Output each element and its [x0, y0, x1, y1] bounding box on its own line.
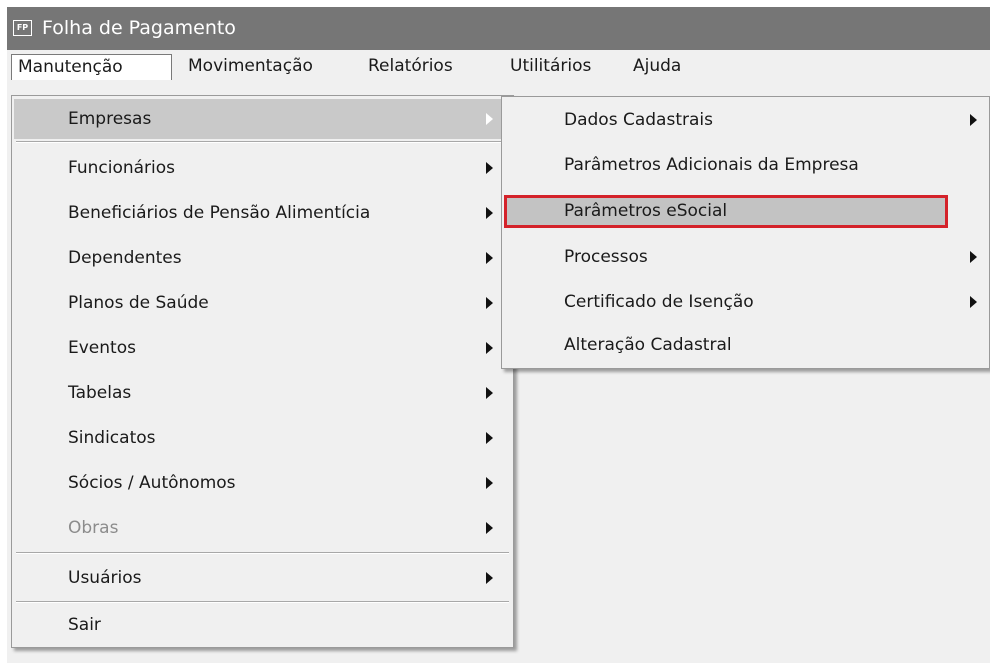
title-bar[interactable]: FP Folha de Pagamento — [7, 7, 990, 50]
menu-separator — [16, 552, 509, 554]
menu-item-sindicatos[interactable]: Sindicatos — [14, 418, 511, 458]
menu-item-eventos[interactable]: Eventos — [14, 328, 511, 368]
submenu-item-processos[interactable]: Processos — [504, 237, 988, 277]
menu-item-label: Dependentes — [68, 248, 182, 268]
menu-item-socios-autonomos[interactable]: Sócios / Autônomos — [14, 463, 511, 503]
menu-movimentacao[interactable]: Movimentação — [182, 54, 319, 80]
submenu-item-parametros-adicionais[interactable]: Parâmetros Adicionais da Empresa — [504, 145, 988, 185]
submenu-arrow-icon — [486, 432, 493, 444]
menu-item-planos-de-saude[interactable]: Planos de Saúde — [14, 283, 511, 323]
menu-item-label: Sócios / Autônomos — [68, 473, 236, 493]
menu-item-sair[interactable]: Sair — [14, 605, 511, 645]
menu-item-funcionarios[interactable]: Funcionários — [14, 148, 511, 188]
menu-item-label: Processos — [564, 247, 648, 267]
menu-manutencao[interactable]: Manutenção — [11, 54, 172, 80]
submenu-arrow-icon — [486, 252, 493, 264]
submenu-item-alteracao-cadastral[interactable]: Alteração Cadastral — [504, 325, 988, 365]
menu-item-tabelas[interactable]: Tabelas — [14, 373, 511, 413]
submenu-arrow-icon — [486, 297, 493, 309]
menu-separator — [16, 601, 509, 603]
menu-item-empresas[interactable]: Empresas — [14, 99, 511, 139]
submenu-item-parametros-esocial[interactable]: Parâmetros eSocial — [504, 195, 948, 228]
menu-relatorios[interactable]: Relatórios — [362, 54, 459, 80]
submenu-arrow-icon — [970, 296, 977, 308]
menu-utilitarios[interactable]: Utilitários — [504, 54, 597, 80]
menu-item-label: Parâmetros Adicionais da Empresa — [564, 155, 859, 175]
menu-item-label: Parâmetros eSocial — [564, 201, 728, 221]
menu-item-label: Obras — [68, 518, 119, 538]
menu-item-label: Dados Cadastrais — [564, 110, 713, 130]
menu-item-label: Planos de Saúde — [68, 293, 209, 313]
menu-item-label: Sindicatos — [68, 428, 156, 448]
menu-item-label: Eventos — [68, 338, 136, 358]
window-title: Folha de Pagamento — [42, 17, 236, 39]
menu-item-usuarios[interactable]: Usuários — [14, 558, 511, 598]
menu-ajuda[interactable]: Ajuda — [627, 54, 687, 80]
app-icon: FP — [13, 20, 32, 36]
submenu-item-certificado-isencao[interactable]: Certificado de Isenção — [504, 282, 988, 322]
menu-item-label: Alteração Cadastral — [564, 335, 732, 355]
submenu-arrow-icon — [486, 342, 493, 354]
menu-bar: Manutenção Movimentação Relatórios Utili… — [7, 50, 990, 84]
submenu-arrow-icon — [486, 477, 493, 489]
manutencao-menu: Empresas Funcionários Beneficiários de P… — [11, 95, 514, 648]
menu-item-label: Tabelas — [68, 383, 132, 403]
menu-item-label: Beneficiários de Pensão Alimentícia — [68, 203, 371, 223]
menu-item-label: Funcionários — [68, 158, 176, 178]
submenu-arrow-icon — [970, 251, 977, 263]
menu-separator — [16, 141, 509, 143]
submenu-arrow-icon — [970, 114, 977, 126]
menu-item-label: Usuários — [68, 568, 142, 588]
menu-item-obras: Obras — [14, 508, 511, 548]
menu-item-dependentes[interactable]: Dependentes — [14, 238, 511, 278]
submenu-arrow-icon — [486, 522, 493, 534]
submenu-arrow-icon — [486, 387, 493, 399]
menu-item-label: Certificado de Isenção — [564, 292, 754, 312]
menu-item-label: Empresas — [68, 109, 152, 129]
app-window: FP Folha de Pagamento Manutenção Movimen… — [7, 7, 990, 663]
empresas-submenu: Dados Cadastrais Parâmetros Adicionais d… — [501, 96, 990, 369]
submenu-item-dados-cadastrais[interactable]: Dados Cadastrais — [504, 100, 988, 140]
submenu-arrow-icon — [486, 207, 493, 219]
submenu-arrow-icon — [486, 572, 493, 584]
submenu-arrow-icon — [486, 162, 493, 174]
submenu-arrow-icon — [486, 113, 493, 125]
menu-item-beneficiarios[interactable]: Beneficiários de Pensão Alimentícia — [14, 193, 511, 233]
menu-item-label: Sair — [68, 615, 101, 635]
